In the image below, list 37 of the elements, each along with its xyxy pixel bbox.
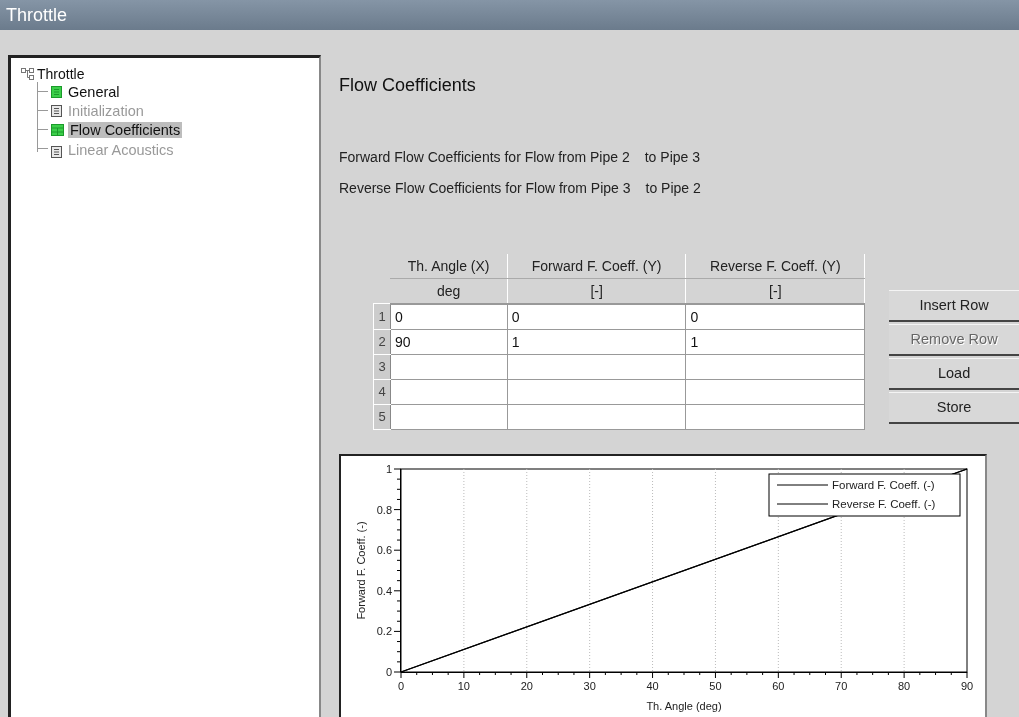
tick-label: 50 [709,679,722,692]
axis-title: Forward F. Coeff. (-) [355,521,367,620]
window-title: Throttle [6,4,68,26]
target-text: to Pipe 2 [645,179,701,198]
tick-label: 80 [898,679,911,692]
unit-header: [-] [507,278,686,304]
tick-label: 40 [646,679,659,692]
tick-label: 1 [385,462,392,475]
tick-label: 0.8 [376,503,392,516]
legend-label: Forward F. Coeff. (-) [832,478,935,491]
tick-label: 0.2 [376,625,392,638]
description-text: Forward Flow Coefficients for Flow from Pipe 2 [339,148,630,167]
tick-label: 0 [397,679,405,692]
column-header: Reverse F. Coeff. (Y) [685,253,865,279]
unit-header: deg [390,278,508,304]
tick-label: 20 [520,679,533,692]
target-text: to Pipe 3 [644,148,700,167]
tick-label: 60 [772,679,785,692]
description-text: Reverse Flow Coefficients for Flow from Pipe 3 [339,179,631,198]
column-header: Th. Angle (X) [390,253,508,279]
tick-label: 70 [835,679,848,692]
row-number: 4 [373,379,391,405]
section-heading: Flow Coefficients [339,75,477,97]
tick-label: 30 [583,679,596,692]
tick-label: 10 [457,679,470,692]
unit-header: [-] [685,278,865,304]
tick-label: 0.4 [376,584,392,597]
row-number: 5 [373,404,391,430]
row-number: 1 [373,303,391,330]
column-header: Forward F. Coeff. (Y) [507,253,686,279]
row-number: 2 [373,329,391,355]
tick-label: 0.6 [376,544,392,557]
tick-label: 0 [385,665,392,678]
tick-label: 90 [960,679,974,692]
axis-title: Th. Angle (deg) [646,699,722,712]
row-number: 3 [373,354,391,380]
legend-label: Reverse F. Coeff. (-) [832,497,936,510]
